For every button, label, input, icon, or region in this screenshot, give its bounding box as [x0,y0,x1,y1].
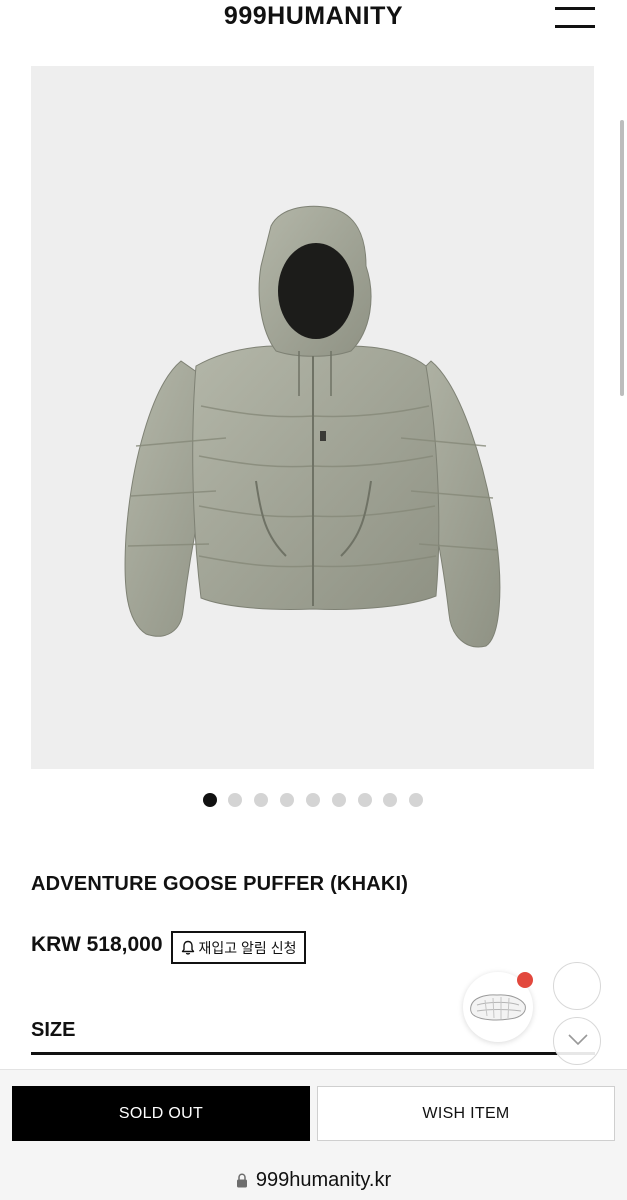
puffer-jacket-image [124,205,501,648]
restock-alert-button[interactable]: 재입고 알림 신청 [171,931,306,964]
carousel-dot[interactable] [409,793,423,807]
carousel-dot[interactable] [254,793,268,807]
url-text: 999humanity.kr [255,1168,392,1191]
product-price: KRW 518,000 [31,933,163,956]
notification-dot [517,972,533,988]
size-section-label[interactable]: SIZE [31,1019,75,1042]
carousel-dot[interactable] [383,793,397,807]
chat-shoe-badge[interactable] [463,972,533,1042]
scroll-top-button[interactable] [553,962,601,1010]
carousel-dot[interactable] [306,793,320,807]
site-header: 999HUMANITY [0,0,627,40]
brand-logo[interactable]: 999HUMANITY [0,2,627,31]
bell-icon [181,940,194,955]
carousel-dot[interactable] [203,793,217,807]
browser-address-bar[interactable]: 999humanity.kr [0,1160,627,1200]
scroll-down-button[interactable] [553,1017,601,1065]
restock-alert-label: 재입고 알림 신청 [198,939,297,956]
chevron-down-icon [568,1034,588,1046]
carousel-dot[interactable] [280,793,294,807]
lock-icon [236,1172,247,1187]
sold-out-button[interactable]: SOLD OUT [12,1086,310,1141]
size-divider [31,1052,595,1055]
wish-item-button[interactable]: WISH ITEM [317,1086,615,1141]
product-image[interactable] [31,66,594,769]
purchase-action-bar: SOLD OUT WISH ITEM [0,1069,627,1160]
product-title: ADVENTURE GOOSE PUFFER (KHAKI) [31,873,409,895]
scrollbar-thumb[interactable] [620,120,624,396]
carousel-dot[interactable] [228,793,242,807]
carousel-dots [203,793,433,807]
carousel-dot[interactable] [358,793,372,807]
carousel-dot[interactable] [332,793,346,807]
hamburger-menu-icon[interactable] [555,7,595,29]
